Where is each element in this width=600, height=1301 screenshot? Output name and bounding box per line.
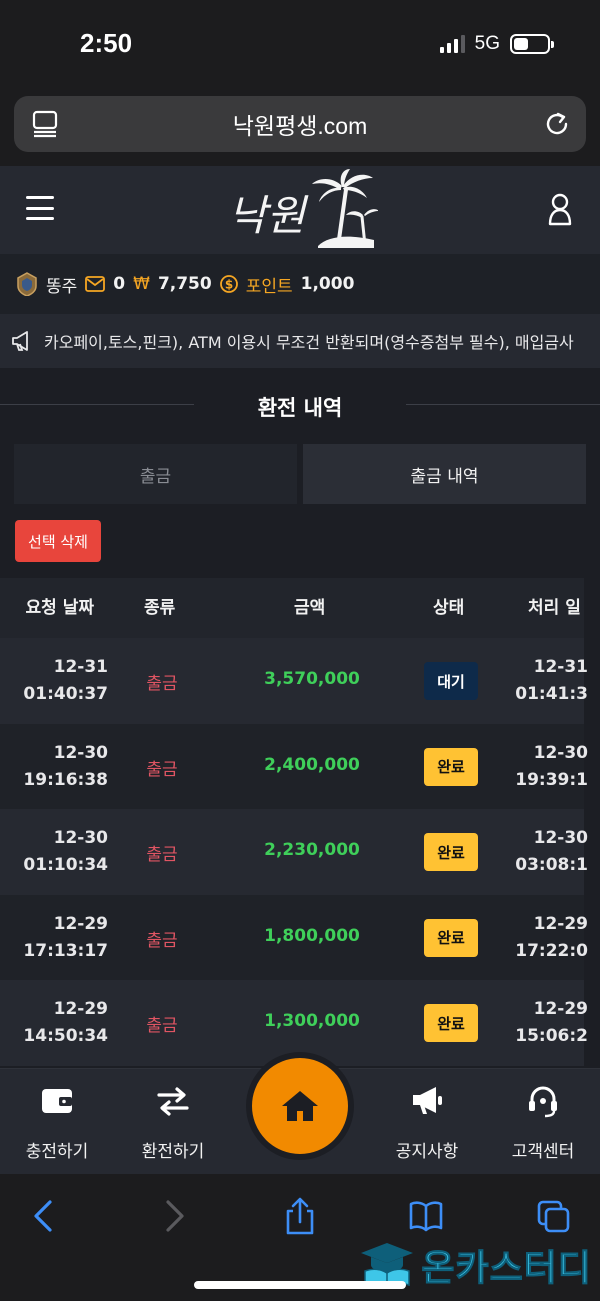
table-row[interactable]: 12-30 01:10:34 출금 2,230,000 완료 12-30 03:08… [0,809,588,895]
main-content: 환전 내역 출금 출금 내역 선택 삭제 요청 날짜 종류 금액 상태 처리 일… [0,368,600,1068]
processed-datetime: 12-29 17:22:0 [515,913,588,961]
page-menu-icon[interactable] [32,110,58,138]
amount-cell: 2,400,000 [264,754,360,775]
user-info-bar: 똥주 0 ₩ 7,750 $ 포인트 1,000 [0,254,600,314]
palm-tree-icon [312,169,378,248]
table-row[interactable]: 12-30 19:16:38 출금 2,400,000 완료 12-30 19:39… [0,723,588,809]
type-cell: 출금 [146,845,178,865]
header-processed-date: 처리 일 [528,598,581,618]
site-logo[interactable]: 낙원 [222,168,378,252]
status-badge: 완료 [424,747,478,786]
request-datetime: 12-29 17:13:17 [23,913,108,961]
table-header: 요청 날짜 종류 금액 상태 처리 일 [0,578,584,638]
amount-cell: 1,300,000 [264,1011,360,1031]
tab-bar: 출금 출금 내역 [14,444,586,504]
url-text: 낙원평생.com [232,113,368,139]
address-bar[interactable]: 낙원평생.com [14,96,586,152]
tab-withdraw-history[interactable]: 출금 내역 [303,444,586,504]
type-cell: 출금 [146,674,178,694]
battery-icon [510,34,554,54]
nav-charge[interactable]: 충전하기 [2,1083,112,1162]
processed-datetime: 12-30 03:08:1 [515,828,588,875]
currency-symbol: ₩ [133,274,150,294]
processed-datetime: 12-30 19:39:1 [515,742,588,790]
point-value: 1,000 [300,274,355,294]
header-request-date: 요청 날짜 [25,598,94,618]
point-coin-icon: $ [219,275,238,293]
status-bar: 2:50 5G [0,0,600,88]
hamburger-menu-icon[interactable] [26,196,54,220]
mail-icon[interactable] [85,276,106,292]
page-title: 환전 내역 [257,396,343,420]
request-datetime: 12-30 01:10:34 [23,828,108,875]
browser-address-area: 낙원평생.com [0,88,600,166]
header-type: 종류 [144,598,176,618]
home-button[interactable] [246,1052,354,1160]
amount-cell: 1,800,000 [264,925,360,946]
nav-exchange[interactable]: 환전하기 [118,1083,228,1162]
status-badge: 대기 [424,662,478,700]
wallet-icon [42,1089,72,1113]
title-divider-right [406,404,600,405]
notice-ticker[interactable]: 카오페이,토스,핀크), ATM 이용시 무조건 반환되며(영수증첨부 필수),… [0,314,600,368]
username: 똥주 [46,276,78,297]
svg-text:낙원: 낙원 [228,191,309,240]
site-header: 낙원 [0,166,600,254]
forward-icon[interactable] [156,1196,192,1236]
network-label: 5G [474,33,500,54]
home-icon [282,1091,318,1121]
share-icon[interactable] [282,1196,318,1236]
status-badge: 완료 [424,918,478,957]
reload-icon[interactable] [542,109,572,139]
processed-datetime: 12-31 01:41:3 [515,657,588,704]
status-badge: 완료 [424,833,478,871]
table-row[interactable]: 12-29 17:13:17 출금 1,800,000 완료 12-29 17:22… [0,894,588,980]
table-row[interactable]: 12-31 01:40:37 출금 3,570,000 대기 12-31 01:41… [0,638,588,724]
type-cell: 출금 [146,930,178,951]
request-datetime: 12-30 19:16:38 [23,742,108,790]
amount-cell: 3,570,000 [264,669,360,689]
request-datetime: 12-29 14:50:34 [23,999,108,1046]
delete-selected-button[interactable]: 선택 삭제 [15,520,101,562]
type-cell: 출금 [146,759,178,780]
svg-text:$: $ [225,278,233,292]
processed-datetime: 12-29 15:06:2 [515,999,588,1046]
nav-support[interactable]: 고객센터 [488,1083,598,1162]
signal-icon [439,35,465,53]
rank-badge-icon [17,272,37,296]
header-amount: 금액 [294,598,326,618]
amount-cell: 2,230,000 [264,840,360,860]
user-account-icon[interactable] [546,192,574,226]
status-time: 2:50 [80,28,133,58]
header-status: 상태 [433,598,465,618]
megaphone-icon [413,1087,442,1114]
status-badge: 완료 [424,1004,478,1042]
status-indicators: 5G [439,33,554,55]
history-table-body: 12-31 01:40:37 출금 3,570,000 대기 12-31 01:41… [0,638,588,1066]
tabs-icon[interactable] [536,1196,572,1236]
notice-text: 카오페이,토스,핀크), ATM 이용시 무조건 반환되며(영수증첨부 필수),… [44,333,574,352]
megaphone-icon [12,331,28,351]
swap-arrows-icon [157,1087,189,1116]
nav-notice[interactable]: 공지사항 [372,1083,482,1162]
bookmarks-icon[interactable] [408,1196,444,1236]
type-cell: 출금 [146,1016,178,1036]
point-label: 포인트 [245,276,293,297]
request-datetime: 12-31 01:40:37 [23,657,108,704]
back-icon[interactable] [26,1196,62,1236]
tab-withdraw[interactable]: 출금 [14,444,297,504]
message-count: 0 [113,274,126,294]
balance-value: 7,750 [157,274,212,294]
home-indicator [194,1281,406,1289]
headset-icon [529,1086,557,1118]
